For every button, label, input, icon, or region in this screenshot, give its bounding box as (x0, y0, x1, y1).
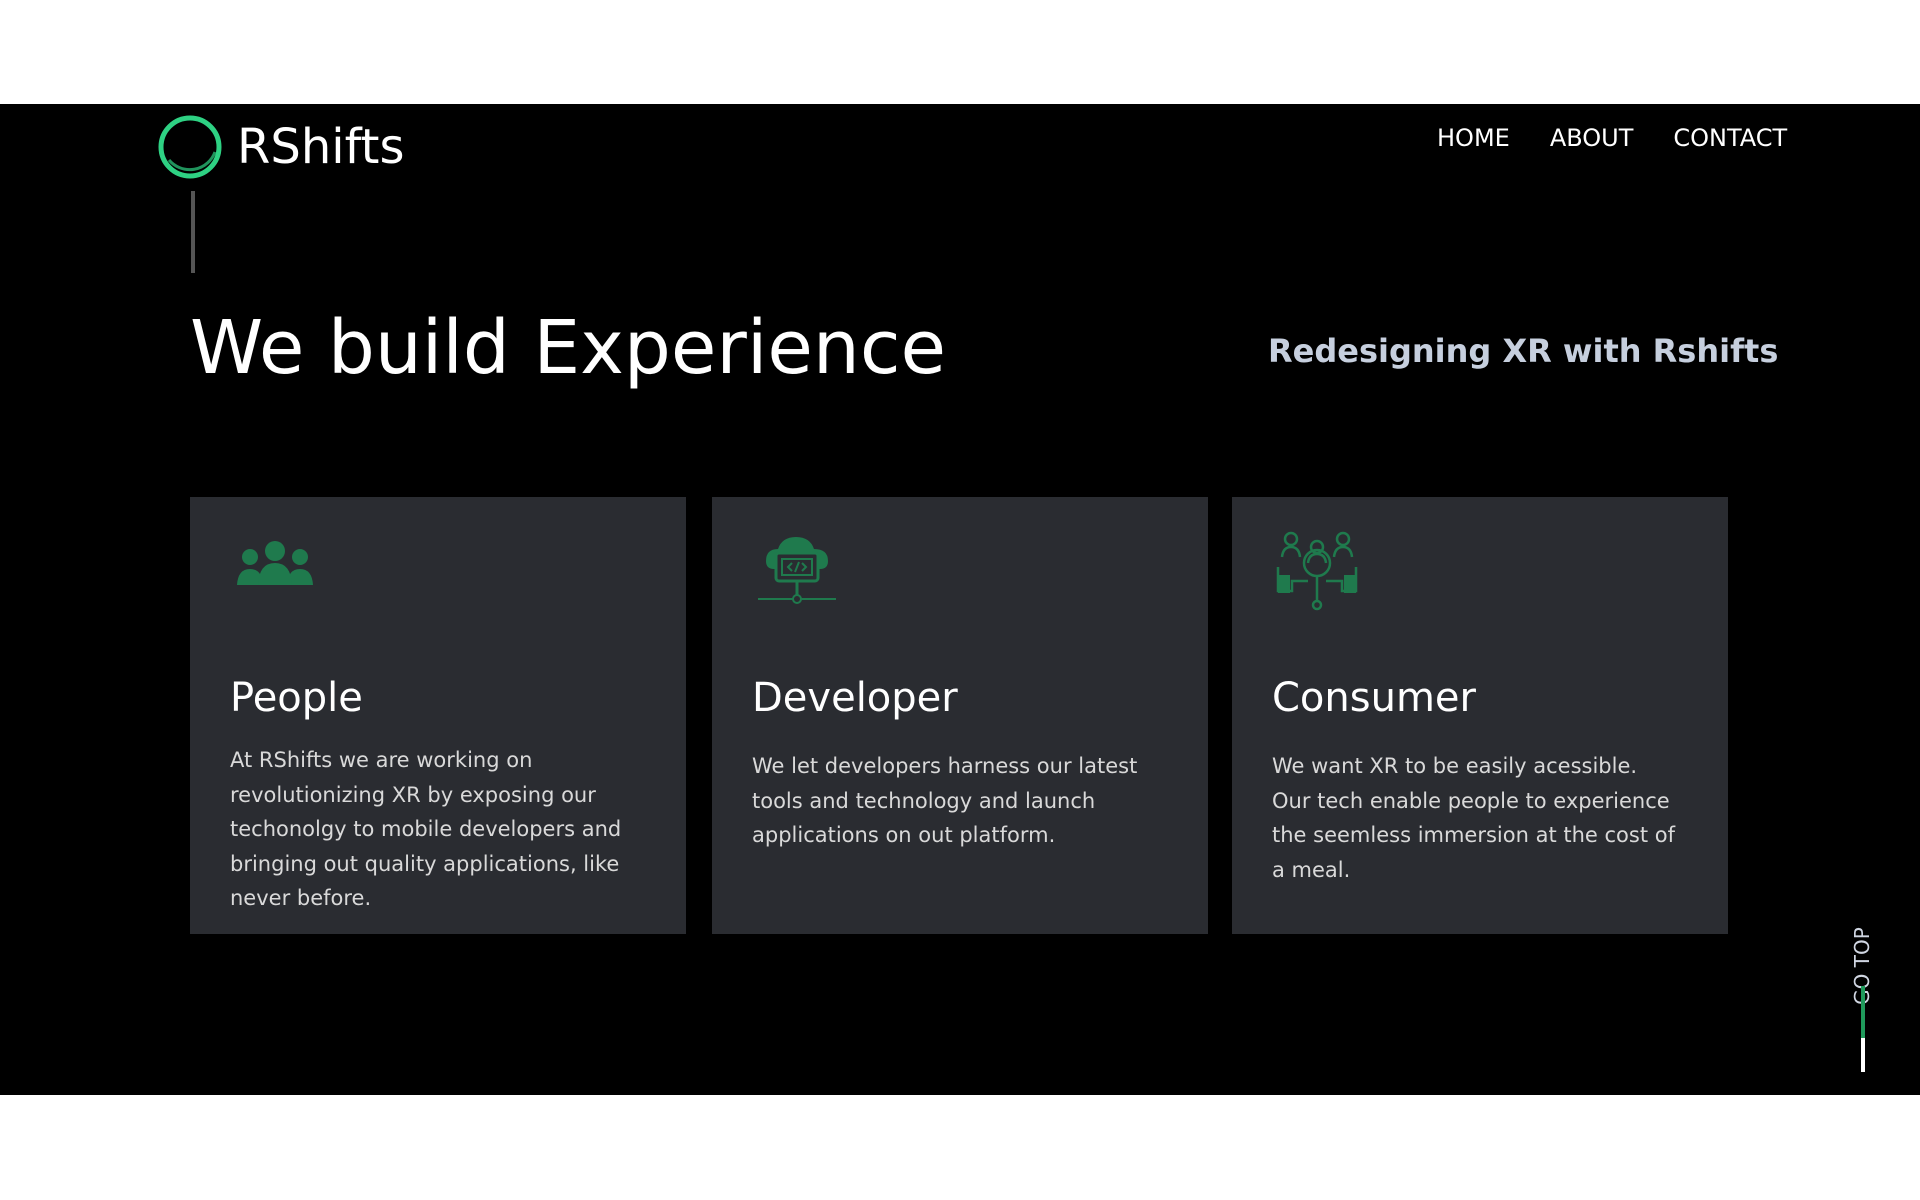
card-title: People (230, 675, 363, 721)
go-top-bar (1861, 1038, 1865, 1072)
nav-item-contact[interactable]: CONTACT (1673, 124, 1787, 152)
card-title: Consumer (1272, 675, 1476, 721)
hero-subtitle: Redesigning XR with Rshifts (1268, 332, 1779, 370)
card-text: We want XR to be easily acessible. Our t… (1272, 754, 1675, 882)
nav-item-home[interactable]: HOME (1437, 124, 1510, 152)
brand-name: RShifts (237, 119, 405, 175)
hero-title: We build Experience (190, 305, 947, 391)
cloud-code-monitor-icon (758, 537, 836, 604)
consumer-network-search-icon (1276, 531, 1358, 611)
go-top-bar-accent (1861, 986, 1865, 1038)
card-consumer: Consumer We want XR to be easily acessib… (1232, 497, 1728, 934)
logo-ring-icon (158, 115, 222, 179)
card-title: Developer (752, 675, 958, 721)
nav-item-about[interactable]: ABOUT (1550, 124, 1634, 152)
card-text: We let developers harness our latest too… (752, 754, 1138, 847)
card-people: People At RShifts we are working on revo… (190, 497, 686, 934)
decorative-vertical-line (191, 191, 195, 273)
go-top-button[interactable]: GO TOP (1842, 880, 1882, 1072)
card-developer: Developer We let developers harness our … (712, 497, 1208, 934)
people-group-icon (237, 541, 313, 585)
card-text: At RShifts we are working on revolutioni… (230, 748, 622, 910)
brand-logo[interactable]: RShifts (155, 112, 404, 182)
main-nav: HOME ABOUT CONTACT (1437, 124, 1787, 152)
